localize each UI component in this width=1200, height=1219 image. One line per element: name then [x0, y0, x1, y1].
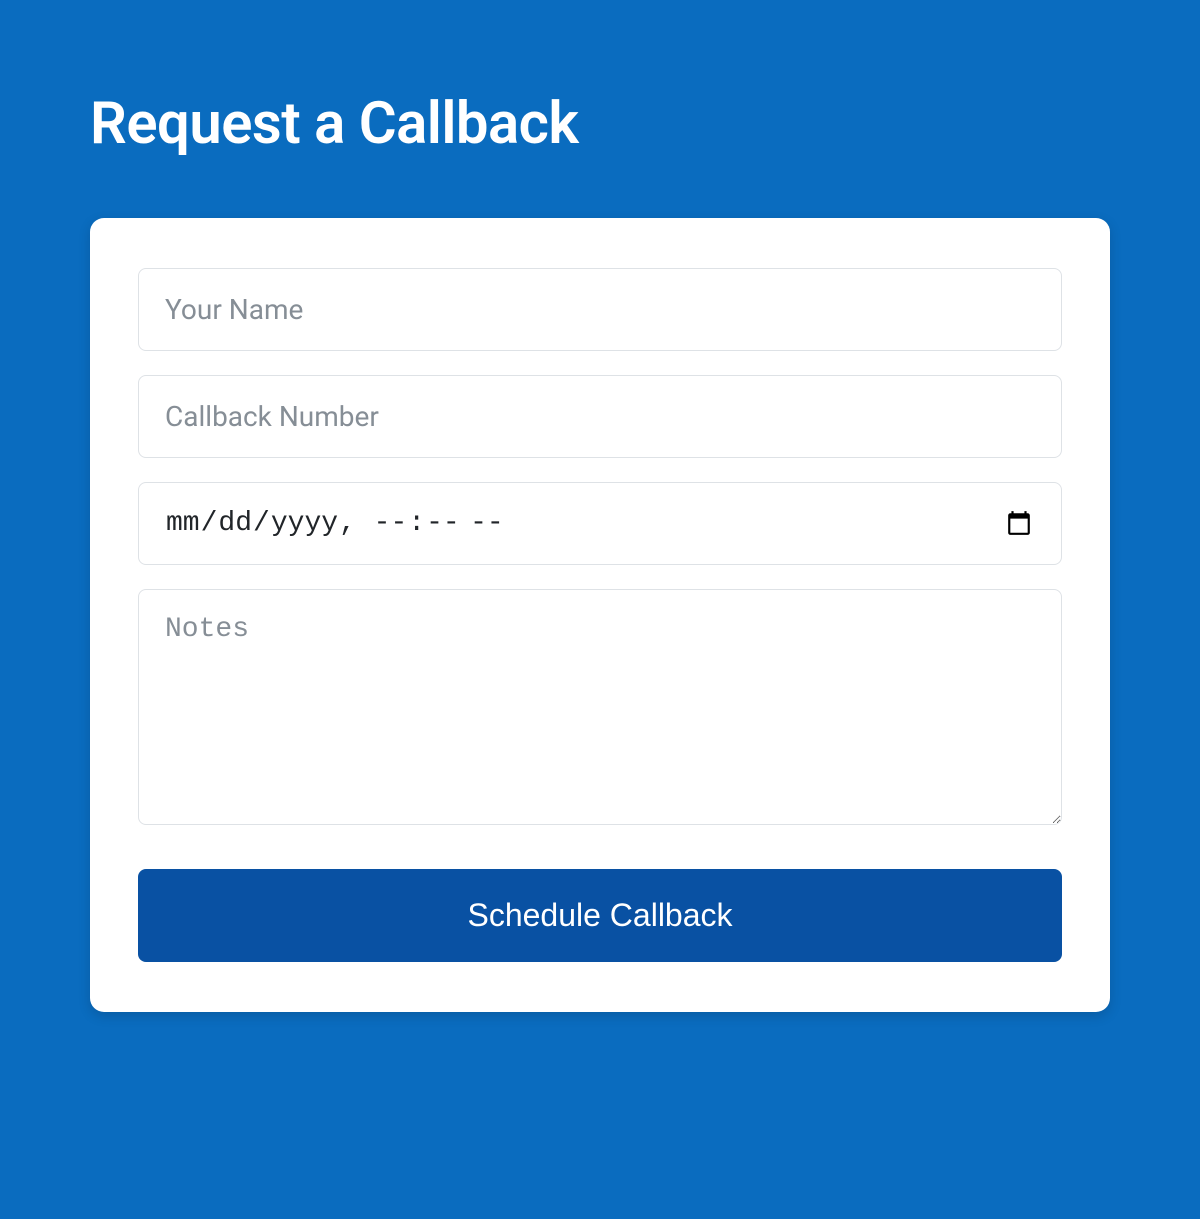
- callback-number-input[interactable]: [138, 375, 1062, 458]
- datetime-field-group: [138, 482, 1062, 565]
- callback-form-card: Schedule Callback: [90, 218, 1110, 1012]
- datetime-input[interactable]: [138, 482, 1062, 565]
- page-title: Request a Callback: [90, 90, 1110, 158]
- callback-number-field-group: [138, 375, 1062, 458]
- notes-textarea[interactable]: [138, 589, 1062, 825]
- schedule-callback-button[interactable]: Schedule Callback: [138, 869, 1062, 962]
- name-input[interactable]: [138, 268, 1062, 351]
- name-field-group: [138, 268, 1062, 351]
- notes-field-group: [138, 589, 1062, 829]
